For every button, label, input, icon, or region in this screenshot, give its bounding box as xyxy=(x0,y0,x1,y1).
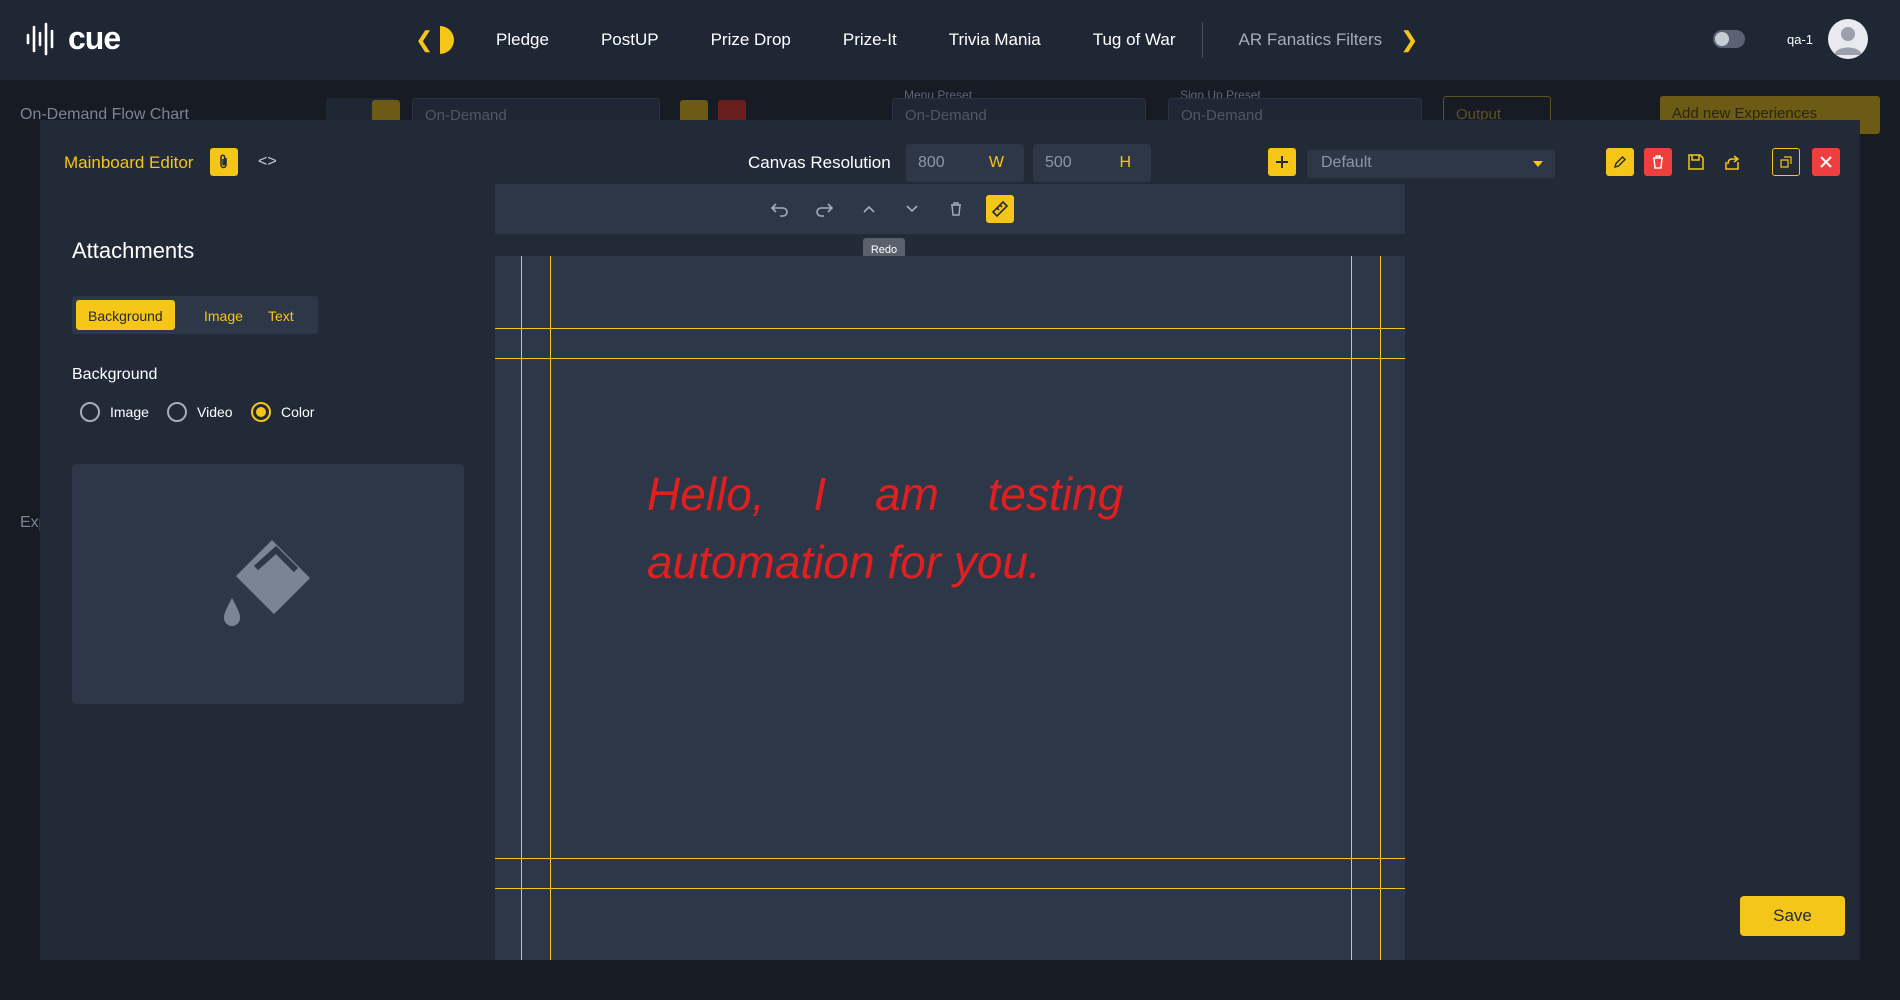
canvas-text-line: Hello, I am testing xyxy=(647,468,1124,520)
guide-line-horizontal xyxy=(495,358,1405,359)
preset-select-value: Default xyxy=(1321,154,1372,171)
canvas-width-input[interactable]: 800 W xyxy=(906,144,1024,182)
radio-label: Image xyxy=(110,404,149,420)
nav-divider xyxy=(1201,22,1203,58)
experience-nav: Pledge PostUP Prize Drop Prize-It Trivia… xyxy=(470,0,1408,80)
top-nav-bar: cue ❮ Pledge PostUP Prize Drop Prize-It … xyxy=(0,0,1900,80)
guide-line-vertical xyxy=(521,256,522,960)
radio-circle xyxy=(80,402,100,422)
guide-line-vertical xyxy=(1380,256,1381,960)
radio-label: Color xyxy=(281,404,315,420)
username: qa-1 xyxy=(1787,32,1814,47)
paint-bucket-icon xyxy=(224,540,310,626)
attachment-tabs: Background Image Text xyxy=(72,296,318,334)
redo-icon[interactable] xyxy=(812,197,836,221)
nav-item-prize-drop[interactable]: Prize Drop xyxy=(711,30,791,50)
user-silhouette-icon xyxy=(1834,27,1862,55)
tab-text[interactable]: Text xyxy=(256,300,306,330)
logo-text: cue xyxy=(68,20,121,56)
guide-line-horizontal xyxy=(495,888,1405,889)
background-color-picker[interactable] xyxy=(72,464,464,704)
move-down-icon[interactable] xyxy=(900,197,924,221)
attachment-icon[interactable] xyxy=(210,148,238,176)
undo-icon[interactable] xyxy=(768,197,792,221)
nav-item-pledge[interactable]: Pledge xyxy=(496,30,549,50)
trash-icon[interactable] xyxy=(944,197,968,221)
canvas-text-element[interactable]: Hello, I am testing automation for you. xyxy=(647,460,1167,596)
user-avatar-icon[interactable] xyxy=(1828,19,1868,59)
ruler-icon[interactable] xyxy=(986,195,1014,223)
preset-select[interactable]: Default xyxy=(1307,150,1555,178)
canvas-text-line: automation for you. xyxy=(647,536,1041,588)
guide-line-vertical xyxy=(550,256,551,960)
save-as-icon[interactable] xyxy=(1682,148,1710,176)
save-button[interactable]: Save xyxy=(1740,896,1845,936)
caret-down-icon xyxy=(1533,161,1543,167)
soundwave-logo-icon xyxy=(26,22,54,55)
chevron-right-icon[interactable]: ❯ xyxy=(1400,27,1418,53)
radio-video[interactable]: Video xyxy=(167,402,233,422)
canvas-height-value: 500 xyxy=(1045,154,1072,171)
tab-background[interactable]: Background xyxy=(76,300,175,330)
nav-item-trivia-mania[interactable]: Trivia Mania xyxy=(949,30,1041,50)
nav-item-ar-fanatics-filters[interactable]: AR Fanatics Filters xyxy=(1239,30,1383,50)
mainboard-canvas[interactable]: Hello, I am testing automation for you. xyxy=(495,256,1405,960)
delete-icon[interactable] xyxy=(1644,148,1672,176)
background-heading: Background xyxy=(72,366,158,383)
share-icon[interactable] xyxy=(1718,148,1746,176)
move-up-icon[interactable] xyxy=(857,197,881,221)
add-preset-icon[interactable] xyxy=(1268,148,1296,176)
width-unit-label: W xyxy=(988,154,1004,171)
radio-label: Video xyxy=(197,404,233,420)
code-icon[interactable]: <> xyxy=(258,153,277,171)
radio-circle-selected xyxy=(251,402,271,422)
radio-circle xyxy=(167,402,187,422)
radio-color[interactable]: Color xyxy=(251,402,314,422)
nav-item-tug-of-war[interactable]: Tug of War xyxy=(1093,30,1176,50)
attachments-heading: Attachments xyxy=(72,238,195,263)
canvas-width-value: 800 xyxy=(918,154,945,171)
canvas-height-input[interactable]: 500 H xyxy=(1033,144,1151,182)
guide-line-horizontal xyxy=(495,858,1405,859)
modal-title: Mainboard Editor xyxy=(64,153,194,172)
nav-scroll-indicator xyxy=(440,26,454,54)
cue-logo[interactable]: cue xyxy=(24,20,121,57)
edit-icon[interactable] xyxy=(1606,148,1634,176)
guide-line-horizontal xyxy=(495,328,1405,329)
close-icon[interactable] xyxy=(1812,148,1840,176)
theme-toggle-icon[interactable] xyxy=(1713,30,1745,48)
guide-line-vertical xyxy=(1351,256,1352,960)
mainboard-editor-modal: Mainboard Editor <> Canvas Resolution 80… xyxy=(40,120,1860,960)
height-unit-label: H xyxy=(1119,154,1131,171)
nav-item-prize-it[interactable]: Prize-It xyxy=(843,30,897,50)
canvas-toolbar xyxy=(495,184,1405,234)
nav-item-postup[interactable]: PostUP xyxy=(601,30,659,50)
chevron-left-icon[interactable]: ❮ xyxy=(415,27,433,53)
tab-image[interactable]: Image xyxy=(192,300,255,330)
duplicate-icon[interactable] xyxy=(1772,148,1800,176)
canvas-resolution-label: Canvas Resolution xyxy=(748,153,891,172)
radio-image[interactable]: Image xyxy=(80,402,149,422)
